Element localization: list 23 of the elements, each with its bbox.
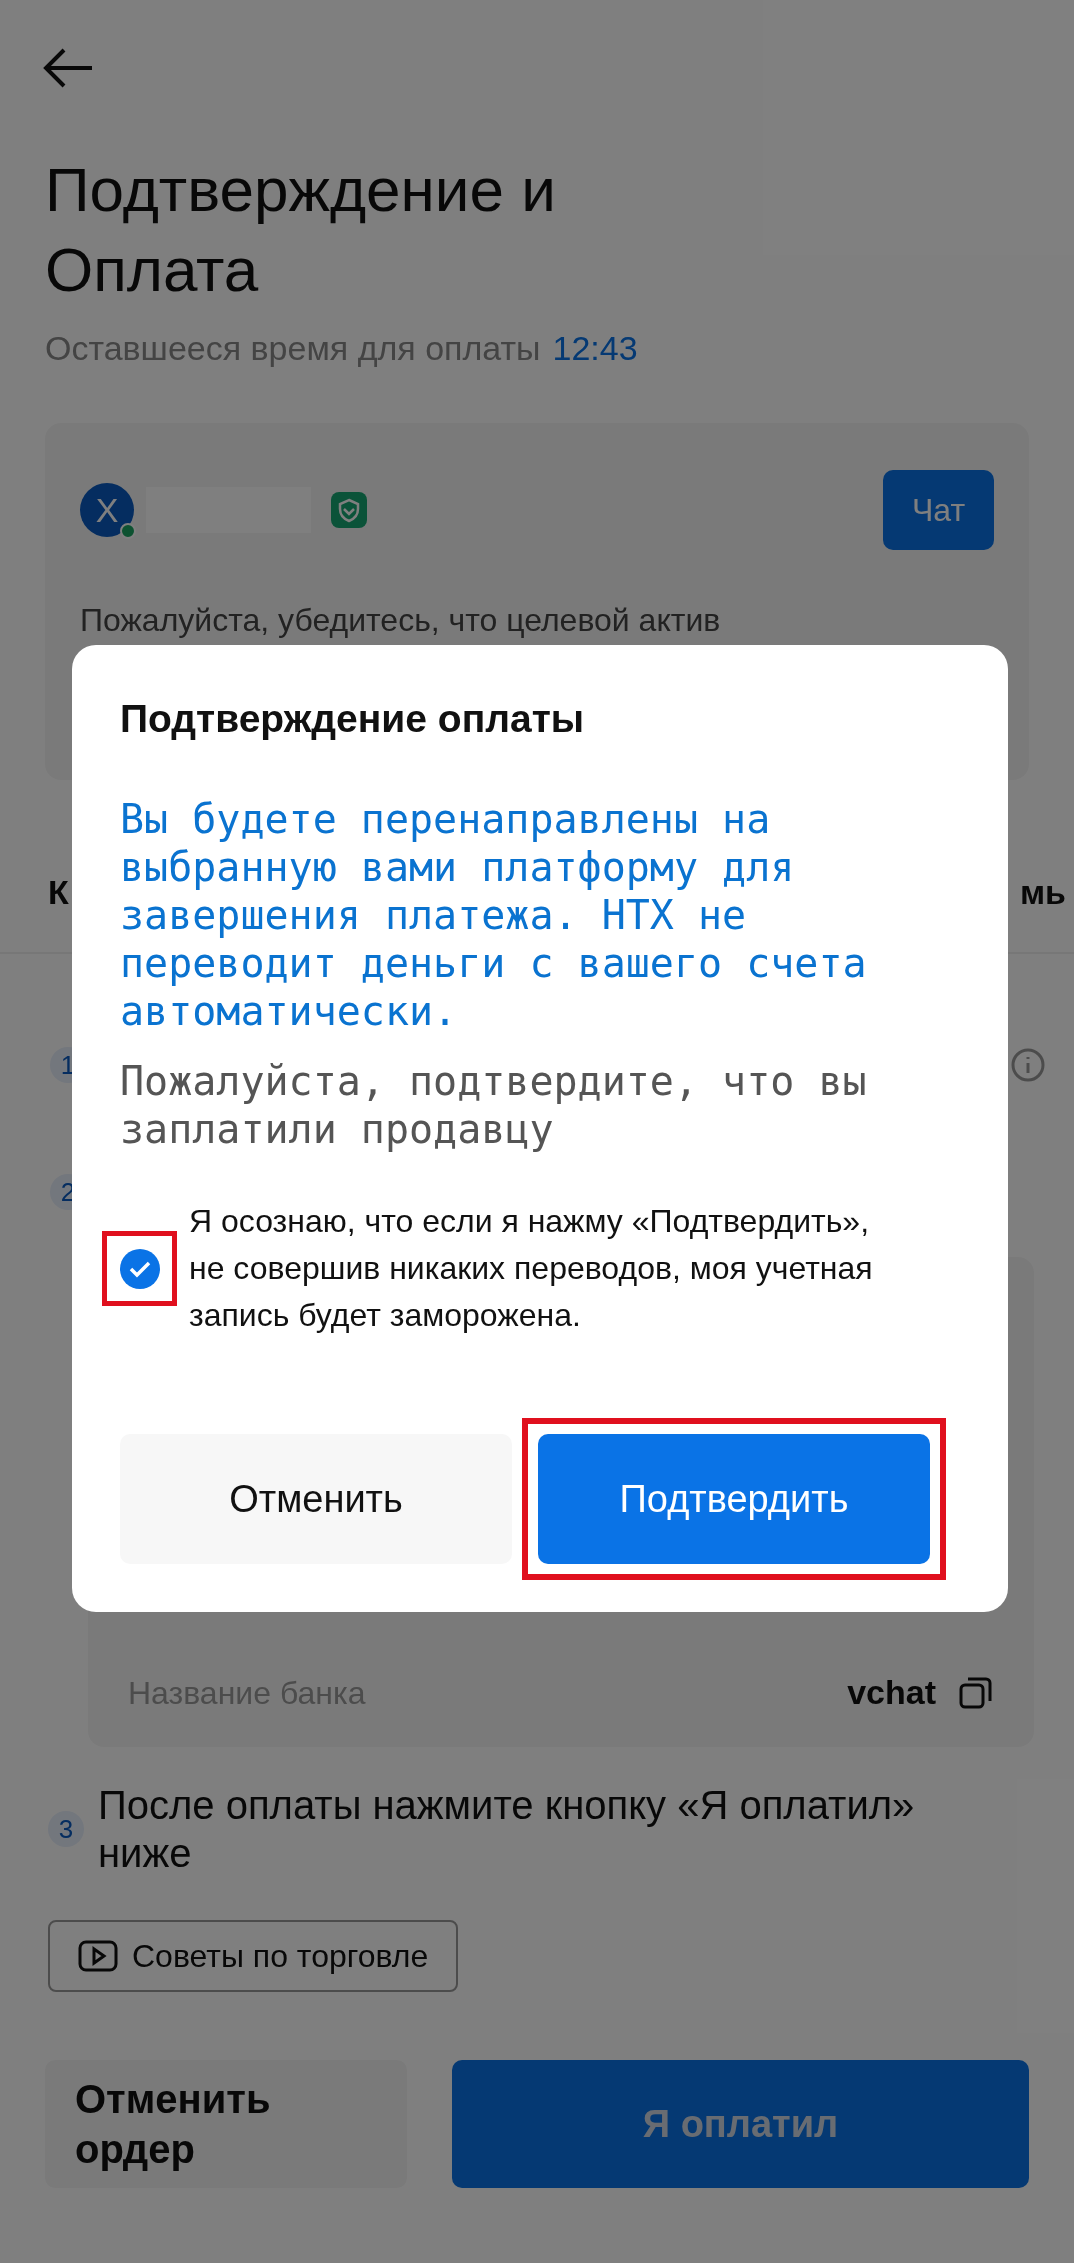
- tab[interactable]: К: [48, 870, 69, 914]
- confirm-prompt: Пожалуйста, подтвердите, что вы заплатили продавцу: [120, 1057, 868, 1153]
- step-text: После оплаты нажмите кнопку «Я оплатил» ниже: [98, 1782, 916, 1877]
- seller-avatar: X: [80, 483, 134, 537]
- payment-timer: 12:43: [552, 328, 638, 369]
- page-title: Подтверждение и Оплата: [45, 154, 557, 306]
- back-arrow-icon[interactable]: [42, 48, 94, 88]
- confirm-button[interactable]: Подтвердить: [538, 1434, 930, 1564]
- chat-button[interactable]: Чат: [883, 470, 994, 550]
- step-number: 3: [48, 1811, 84, 1847]
- tab[interactable]: мь: [1019, 870, 1066, 914]
- trading-tips-button[interactable]: Советы по торговле: [48, 1920, 459, 1992]
- notice-text: Пожалуйста, убедитесь, что целевой актив: [80, 601, 722, 640]
- time-left-label: Оставшееся время для оплаты: [45, 328, 541, 369]
- detail-value: vchat: [847, 1672, 936, 1713]
- cancel-button[interactable]: Отменить: [120, 1434, 512, 1564]
- checkbox[interactable]: [119, 1248, 160, 1289]
- redirect-notice: Вы будете перенаправлены на выбранную вами платформу для завершения платежа. HTX не переводит деньги с вашего счета автоматически.: [120, 795, 868, 1035]
- check-icon: [128, 1259, 151, 1278]
- dialog-title: Подтверждение оплаты: [119, 696, 586, 742]
- cancel-order-button[interactable]: Отменить ордер: [45, 2060, 407, 2188]
- acknowledgement-text: Я осознаю, что если я нажму «Подтвердить», не совершив никаких переводов, моя учетная запись будет заморожена.: [189, 1202, 874, 1335]
- video-play-icon: [78, 1940, 118, 1972]
